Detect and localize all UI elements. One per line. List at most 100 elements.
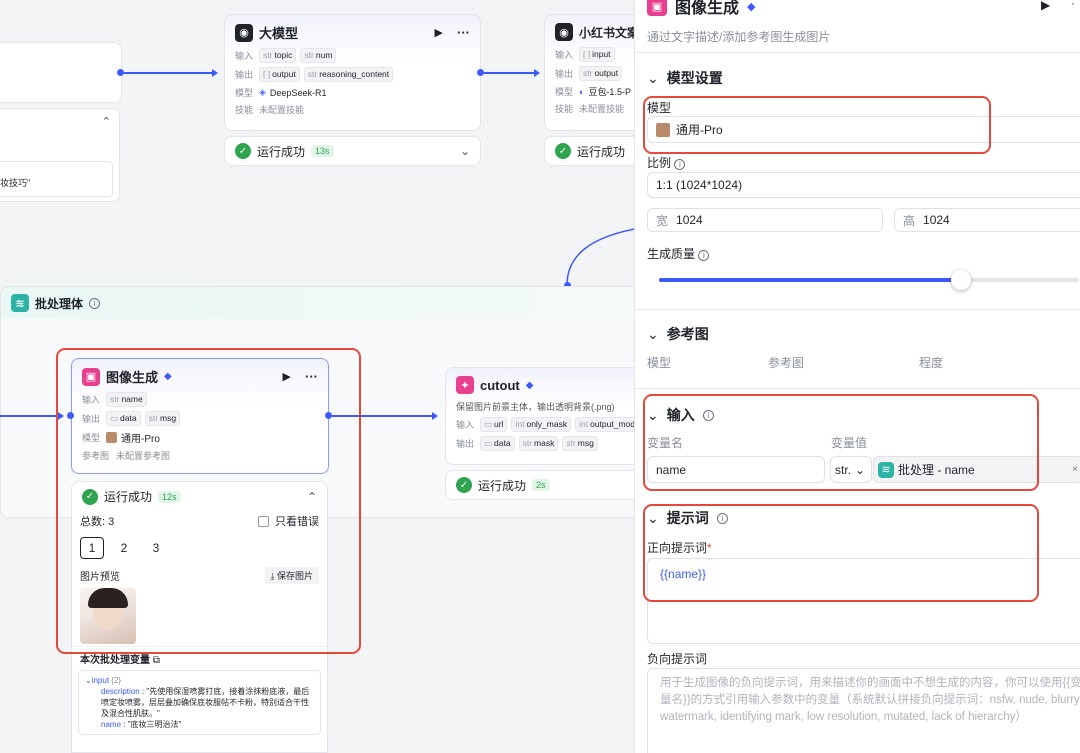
left-node-top[interactable] [0, 42, 122, 103]
ratio-label: 比例 [647, 156, 672, 170]
name-value: "底妆三明治法" [127, 720, 182, 729]
collapse-icon[interactable]: ⌃ [102, 115, 111, 128]
quality-label: 生成质量 [647, 247, 696, 261]
check-icon: ✓ [235, 143, 251, 159]
arrow-icon [534, 69, 540, 77]
quality-slider-track[interactable] [659, 278, 1079, 282]
llm-node[interactable]: ◉ 大模型 ▶ ··· 输入 str topic str num 输出 [ ] out… [224, 14, 481, 131]
info-icon[interactable]: i [89, 297, 101, 309]
left-node-bottom[interactable]: ⌃ 妆技巧" [0, 108, 120, 202]
input-tag: [ ] input [579, 47, 615, 62]
quality-slider-fill [659, 278, 962, 282]
width-input[interactable]: 宽 1024 [647, 208, 883, 232]
ref-section-title: 参考图 [666, 326, 709, 342]
llm-status-bar[interactable]: ✓ 运行成功 13s ⌄ [224, 136, 481, 166]
ref-col-model: 模型 [647, 356, 672, 370]
input-tag: str num [300, 48, 337, 63]
panel-header: ▣ 图像生成 ◆ [647, 0, 755, 18]
connection-wire [124, 72, 212, 74]
batch-vars-title: 本次批处理变量 [80, 655, 150, 666]
input-count: {2} [111, 676, 122, 685]
image-icon: ▣ [647, 0, 667, 16]
xhs-node[interactable]: ◉ 小红书文案 输入 [ ] input 输出 str output 模型 ◐ 豆包… [544, 14, 634, 131]
arrow-icon [212, 69, 218, 77]
panel-title: 图像生成 [675, 0, 740, 17]
workflow-canvas[interactable]: ⌃ 妆技巧" ◉ 大模型 ▶ ··· 输入 str topic str num 输出… [0, 0, 634, 753]
model-section-header[interactable]: ⌄ 模型设置 [647, 68, 723, 88]
skill-label: 技能 [555, 104, 574, 114]
input-label: 输入 [456, 420, 475, 430]
model-name: DeepSeek-R1 [269, 87, 327, 98]
output-tag: str msg [562, 436, 598, 451]
output-label: 输出 [456, 439, 475, 449]
batch-title: 批处理体 [35, 296, 84, 311]
highlight-box [643, 504, 1039, 602]
quality-slider-thumb[interactable] [951, 270, 972, 290]
info-icon[interactable]: i [698, 250, 710, 261]
chevron-down-icon: ⌄ [647, 69, 659, 86]
negative-label: 负向提示词 [647, 652, 708, 666]
output-tag: str reasoning_content [303, 67, 394, 82]
diamond-icon: ◆ [747, 0, 756, 13]
model-label: 模型 [555, 87, 574, 97]
xhs-status-bar[interactable]: ✓ 运行成功 [544, 136, 634, 166]
cutout-icon: ✦ [456, 376, 474, 394]
chevron-down-icon[interactable]: ⌄ [460, 144, 470, 158]
divider [635, 309, 1080, 310]
ratio-label-row: 比例 i [647, 154, 686, 171]
output-tag: str mask [518, 436, 559, 451]
properties-panel: ▣ 图像生成 ◆ ▶ · 通过文字描述/添加参考图生成图片 ⌄ 模型设置 模型 通… [634, 0, 1080, 753]
llm-node-title: 大模型 [259, 26, 299, 41]
ref-section-header[interactable]: ⌄ 参考图 [647, 324, 709, 344]
ratio-value: 1:1 (1024*1024) [656, 178, 743, 192]
arrow-icon [432, 412, 438, 420]
output-port[interactable] [477, 69, 484, 76]
play-icon[interactable]: ▶ [1041, 0, 1050, 12]
clear-icon[interactable]: × [1072, 464, 1078, 475]
more-icon[interactable]: · [1071, 0, 1075, 10]
play-icon[interactable]: ▶ [435, 26, 443, 39]
highlight-box [56, 348, 361, 654]
status-text: 运行成功 [577, 144, 626, 159]
cutout-status-bar[interactable]: ✓ 运行成功 2s [445, 470, 634, 500]
time-badge: 13s [311, 145, 334, 157]
output-label: 输出 [555, 69, 574, 79]
cutout-node[interactable]: ✦ cutout ◆ 保留图片前景主体，输出透明背景(.png) 输入 ▭ url… [445, 367, 634, 465]
left-node-textbox: 妆技巧" [0, 161, 113, 197]
input-tag: int only_mask [511, 417, 572, 432]
divider [635, 388, 1080, 389]
height-value: 1024 [923, 213, 950, 227]
ref-col-image: 参考图 [768, 356, 805, 370]
input-group-key: input [91, 676, 110, 685]
input-tag: str topic [259, 48, 297, 63]
info-icon[interactable]: i [674, 159, 686, 170]
cutout-title: cutout [480, 377, 520, 393]
model-name: 豆包-1.5-P [588, 87, 631, 97]
skill-value: 未配置技能 [259, 105, 305, 115]
copy-icon[interactable]: ⧉ [153, 655, 160, 666]
highlight-box [643, 96, 991, 154]
divider [635, 52, 1080, 53]
output-label: 输出 [235, 70, 254, 80]
status-text: 运行成功 [478, 478, 527, 493]
ratio-select[interactable]: 1:1 (1024*1024) [647, 172, 1080, 198]
robot-icon: ◉ [235, 23, 253, 42]
deepseek-icon: ◈ [259, 87, 266, 97]
cutout-desc: 保留图片前景主体，输出透明背景(.png) [446, 398, 634, 415]
xhs-node-title: 小红书文案 [579, 25, 634, 40]
output-tag: [ ] output [259, 67, 300, 82]
batch-vars-box: ⌄input {2} description : "先使用保湿喷雾打底，接着涂抹… [78, 670, 321, 735]
output-port[interactable] [117, 69, 124, 76]
height-input[interactable]: 高 1024 [894, 208, 1080, 232]
negative-placeholder: 用于生成图像的负向提示词，用来描述你的画面中不想生成的内容，你可以使用{{变量名… [660, 677, 1080, 723]
skill-label: 技能 [235, 105, 254, 115]
input-label: 输入 [235, 51, 254, 61]
input-label: 输入 [555, 50, 574, 60]
input-tag: int output_mod [575, 417, 634, 432]
highlight-box [643, 394, 1039, 491]
height-label: 高 [903, 213, 916, 228]
more-icon[interactable]: ··· [457, 25, 470, 40]
skill-value: 未配置技能 [579, 104, 625, 114]
connection-wire [0, 415, 58, 417]
negative-prompt-textarea[interactable]: 用于生成图像的负向提示词，用来描述你的画面中不想生成的内容，你可以使用{{变量名… [647, 668, 1080, 753]
